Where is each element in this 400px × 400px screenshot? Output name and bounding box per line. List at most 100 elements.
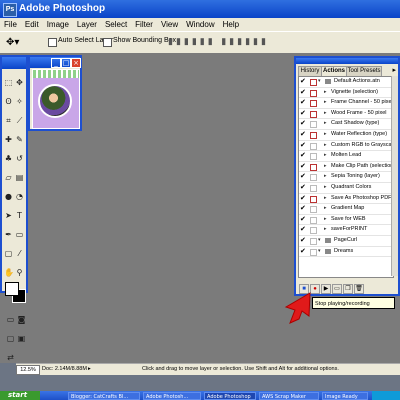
- eyedropper-tool-icon[interactable]: ⁄: [15, 249, 24, 258]
- new-set-button[interactable]: ▭: [332, 284, 342, 294]
- shape-tool-icon[interactable]: ▭: [15, 230, 24, 239]
- action-row[interactable]: ✔ ▸ Gradient Map: [299, 204, 393, 215]
- hand-tool-icon[interactable]: ✋: [4, 268, 14, 277]
- toggle-item-checkmark-icon[interactable]: ✔: [300, 78, 306, 86]
- toggle-dialog-icon[interactable]: [310, 184, 317, 192]
- action-row[interactable]: ✔ ▸ Custom RGB to Grayscale: [299, 141, 393, 152]
- document-title-bar[interactable]: _ □ ×: [30, 57, 81, 68]
- action-row[interactable]: ✔ ▸ Quadrant Colors: [299, 183, 393, 194]
- toggle-dialog-icon[interactable]: [310, 79, 317, 86]
- marquee-tool-icon[interactable]: ⬚: [4, 78, 13, 87]
- toggle-item-checkmark-icon[interactable]: ✔: [300, 205, 306, 213]
- menu-select[interactable]: Select: [105, 20, 127, 29]
- system-tray[interactable]: [372, 391, 400, 400]
- expand-triangle-icon[interactable]: ▸: [324, 194, 327, 204]
- maximize-button[interactable]: □: [61, 58, 71, 68]
- eraser-tool-icon[interactable]: ▱: [4, 173, 13, 182]
- toolbox-title-bar[interactable]: [2, 57, 26, 69]
- toggle-item-checkmark-icon[interactable]: ✔: [300, 173, 306, 181]
- taskbar-item-blogger[interactable]: Blogger: CatCrafts Bl...: [68, 392, 140, 400]
- toggle-dialog-icon[interactable]: [310, 110, 317, 118]
- brush-tool-icon[interactable]: ✎: [15, 135, 24, 144]
- standard-mode-icon[interactable]: ▭: [6, 315, 15, 324]
- lasso-tool-icon[interactable]: ʘ: [4, 97, 13, 106]
- expand-triangle-icon[interactable]: ▸: [324, 130, 327, 140]
- toggle-item-checkmark-icon[interactable]: ✔: [300, 89, 306, 97]
- clone-stamp-tool-icon[interactable]: ♣: [4, 154, 13, 163]
- foreground-color-swatch[interactable]: [5, 282, 19, 296]
- toggle-dialog-icon[interactable]: [310, 174, 317, 182]
- dodge-tool-icon[interactable]: ◔: [15, 192, 24, 201]
- taskbar-item-photoshop-1[interactable]: Adobe Photosh...: [143, 392, 201, 400]
- show-bounding-box-checkbox[interactable]: [103, 38, 112, 47]
- taskbar-item-image-ready[interactable]: Image Ready: [322, 392, 368, 400]
- toggle-item-checkmark-icon[interactable]: ✔: [300, 248, 306, 256]
- toggle-dialog-icon[interactable]: [310, 131, 317, 139]
- toggle-item-checkmark-icon[interactable]: ✔: [300, 163, 306, 171]
- align-buttons-icon[interactable]: ▮▮▮▮▮▮ ▮▮▮▮▮▮: [168, 36, 269, 47]
- jump-to-imageready-icon[interactable]: ⇄: [6, 353, 15, 362]
- toggle-item-checkmark-icon[interactable]: ✔: [300, 99, 306, 107]
- gradient-tool-icon[interactable]: ▤: [15, 173, 24, 182]
- action-row[interactable]: ✔ ▸ Save for WEB: [299, 215, 393, 226]
- expand-triangle-icon[interactable]: ▸: [324, 109, 327, 119]
- pen-tool-icon[interactable]: ✒: [4, 230, 13, 239]
- toggle-item-checkmark-icon[interactable]: ✔: [300, 152, 306, 160]
- palette-title-bar[interactable]: [296, 58, 398, 64]
- action-row[interactable]: ✔ ▸ Water Reflection (type): [299, 130, 393, 141]
- document-size-info[interactable]: Doc: 2.14M/8.88M: [42, 364, 87, 375]
- path-selection-tool-icon[interactable]: ➤: [4, 211, 13, 220]
- status-arrow-icon[interactable]: ▸: [88, 364, 91, 375]
- action-row[interactable]: ✔ ▸ Make Clip Path (selection): [299, 162, 393, 173]
- menu-file[interactable]: File: [4, 20, 17, 29]
- expand-triangle-icon[interactable]: ▸: [324, 172, 327, 182]
- minimize-button[interactable]: _: [51, 58, 61, 68]
- expand-triangle-icon[interactable]: ▸: [324, 151, 327, 161]
- toggle-item-checkmark-icon[interactable]: ✔: [300, 131, 306, 139]
- expand-triangle-icon[interactable]: ▸: [324, 183, 327, 193]
- toggle-dialog-icon[interactable]: [310, 227, 317, 235]
- expand-triangle-icon[interactable]: ▸: [324, 215, 327, 225]
- action-set-row[interactable]: ✔ ▾ Dreams: [299, 247, 393, 258]
- toggle-dialog-icon[interactable]: [310, 248, 317, 256]
- expand-triangle-icon[interactable]: ▾: [318, 236, 321, 246]
- toggle-item-checkmark-icon[interactable]: ✔: [300, 110, 306, 118]
- start-button[interactable]: start: [0, 391, 40, 400]
- toggle-item-checkmark-icon[interactable]: ✔: [300, 237, 306, 245]
- action-row[interactable]: ✔ ▸ Wood Frame - 50 pixel: [299, 109, 393, 120]
- expand-triangle-icon[interactable]: ▾: [318, 247, 321, 257]
- menu-image[interactable]: Image: [47, 20, 69, 29]
- toggle-dialog-icon[interactable]: [310, 89, 317, 97]
- new-action-button[interactable]: ❐: [343, 284, 353, 294]
- menu-help[interactable]: Help: [223, 20, 239, 29]
- action-row[interactable]: ✔ ▸ Frame Channel - 50 pixel: [299, 98, 393, 109]
- palette-menu-icon[interactable]: ▸: [392, 66, 396, 74]
- screen-mode-full-icon[interactable]: ▣: [17, 334, 26, 343]
- expand-triangle-icon[interactable]: ▸: [324, 88, 327, 98]
- expand-triangle-icon[interactable]: ▾: [318, 77, 321, 87]
- type-tool-icon[interactable]: T: [15, 211, 24, 220]
- slice-tool-icon[interactable]: ⟋: [15, 116, 24, 125]
- action-row[interactable]: ✔ ▸ Cast Shadow (type): [299, 119, 393, 130]
- quick-mask-icon[interactable]: ◙: [17, 315, 26, 324]
- move-tool-preset-icon[interactable]: ✥▾: [6, 37, 19, 48]
- expand-triangle-icon[interactable]: ▸: [324, 141, 327, 151]
- menu-layer[interactable]: Layer: [77, 20, 97, 29]
- blur-tool-icon[interactable]: ●: [4, 192, 13, 201]
- menu-window[interactable]: Window: [186, 20, 214, 29]
- menu-filter[interactable]: Filter: [135, 20, 153, 29]
- play-button[interactable]: ▶: [321, 284, 331, 294]
- toggle-dialog-icon[interactable]: [310, 206, 317, 214]
- toggle-item-checkmark-icon[interactable]: ✔: [300, 226, 306, 234]
- toggle-item-checkmark-icon[interactable]: ✔: [300, 120, 306, 128]
- expand-triangle-icon[interactable]: ▸: [324, 98, 327, 108]
- expand-triangle-icon[interactable]: ▸: [324, 225, 327, 235]
- expand-triangle-icon[interactable]: ▸: [324, 162, 327, 172]
- actions-scrollbar[interactable]: [391, 76, 398, 276]
- menu-edit[interactable]: Edit: [25, 20, 39, 29]
- toggle-item-checkmark-icon[interactable]: ✔: [300, 216, 306, 224]
- toggle-item-checkmark-icon[interactable]: ✔: [300, 184, 306, 192]
- toggle-dialog-icon[interactable]: [310, 121, 317, 129]
- toggle-dialog-icon[interactable]: [310, 195, 317, 203]
- crop-tool-icon[interactable]: ⌗: [4, 116, 13, 125]
